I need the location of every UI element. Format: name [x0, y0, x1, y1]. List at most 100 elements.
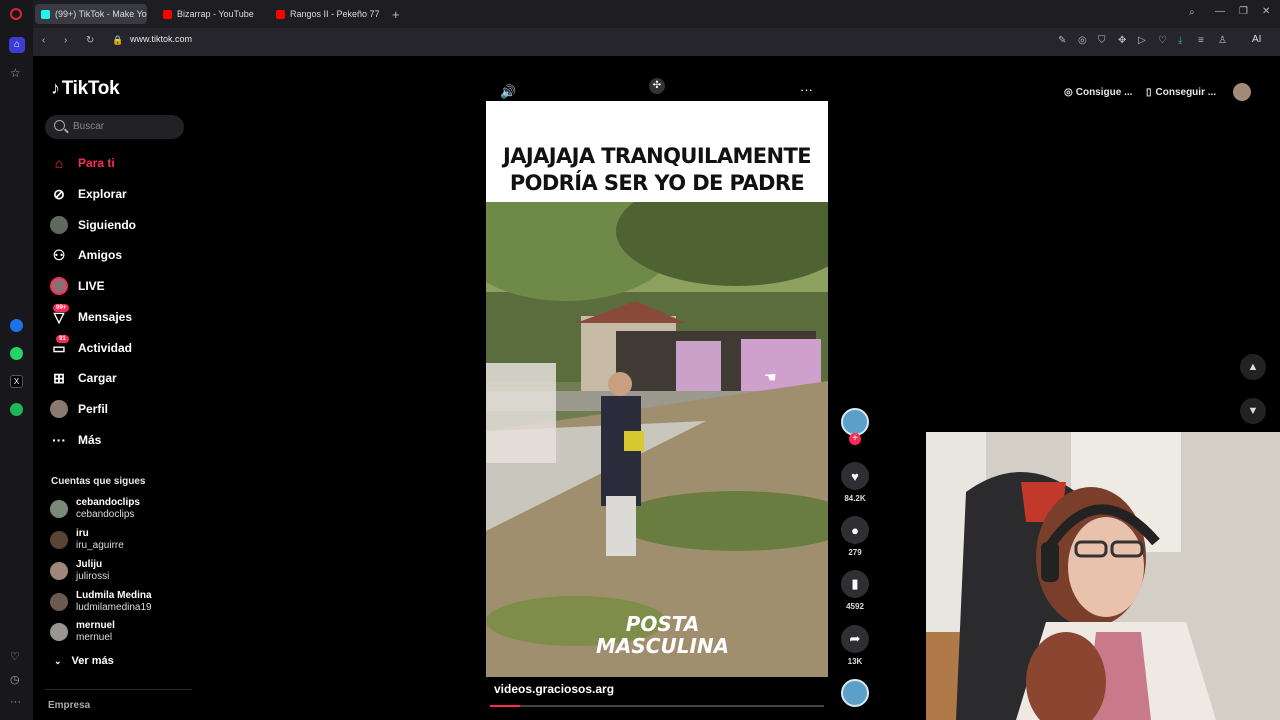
bookmark-icon: ▮ — [841, 570, 869, 598]
messenger-icon[interactable] — [10, 319, 23, 332]
video-player[interactable]: JAJAJAJA TRANQUILAMENTE PODRÍA SER YO DE… — [486, 101, 828, 677]
tab-bizarrap[interactable]: Bizarrap - YouTube — [157, 4, 267, 24]
more-options-icon[interactable]: ··· — [10, 696, 21, 708]
nav-siguiendo[interactable]: Siguiendo — [50, 216, 136, 234]
play-icon[interactable]: ▷ — [1138, 35, 1146, 46]
tab-tiktok[interactable]: (99+) TikTok - Make Yo — [35, 4, 147, 24]
like-button[interactable]: ♥ 84.2K — [841, 462, 869, 503]
following-account[interactable]: iru iru_aguirre — [50, 528, 124, 552]
phone-icon: ▯ — [1146, 86, 1152, 98]
spotify-icon[interactable] — [10, 403, 23, 416]
video-progress-fill — [490, 705, 521, 707]
download-icon[interactable]: ⤓ — [1178, 35, 1182, 46]
whatsapp-icon[interactable] — [10, 347, 23, 360]
previous-video-button[interactable]: ▲ — [1240, 354, 1266, 380]
upload-icon: ⊞ — [53, 369, 65, 386]
bookmark-star-icon[interactable]: ☆ — [10, 66, 21, 80]
restore-icon[interactable]: ❐ — [1239, 6, 1248, 17]
heart-icon[interactable]: ♡ — [10, 650, 20, 663]
video-author[interactable]: videos.graciosos.arg — [494, 682, 614, 696]
avatar — [50, 562, 68, 580]
next-video-button[interactable]: ▼ — [1240, 398, 1266, 424]
comment-icon: ● — [841, 516, 869, 544]
video-more-icon[interactable]: ··· — [800, 82, 813, 97]
url-text[interactable]: www.tiktok.com — [130, 34, 192, 44]
tiktok-note-icon: ♪ — [51, 78, 60, 98]
divider — [45, 689, 192, 690]
more-icon: ··· — [52, 432, 66, 448]
edit-icon[interactable]: ✎ — [1058, 35, 1066, 46]
nav-explorar[interactable]: ⊘ Explorar — [50, 185, 127, 203]
tab-rangos[interactable]: Rangos II - Pekeño 77 ft. C — [270, 4, 382, 24]
user-avatar[interactable] — [1233, 83, 1251, 101]
nav-actividad[interactable]: ▭ 91 Actividad — [50, 335, 132, 357]
webcam-overlay — [926, 432, 1280, 720]
creator-avatar-follow[interactable]: + — [841, 408, 869, 445]
avatar — [50, 623, 68, 641]
footer-link-empresa[interactable]: Empresa — [48, 700, 90, 711]
close-window-icon[interactable]: ✕ — [1262, 6, 1270, 17]
share-button[interactable]: ➦ 13K — [841, 625, 869, 666]
youtube-favicon-icon — [276, 9, 285, 19]
follow-plus-icon[interactable]: + — [849, 433, 861, 445]
menu-icon[interactable]: ≡ — [1198, 35, 1204, 46]
home-icon[interactable]: ⌂ — [9, 37, 25, 53]
back-icon[interactable]: ‹ — [42, 35, 45, 46]
address-bar — [33, 28, 1280, 56]
music-disc[interactable] — [841, 679, 869, 707]
favorites-heart-icon[interactable]: ♡ — [1158, 35, 1167, 46]
tiktok-logo[interactable]: ♪ TikTok — [51, 78, 120, 100]
chevron-down-icon: ▼ — [1247, 405, 1259, 417]
aria-ai-button[interactable]: AI — [1252, 34, 1261, 45]
following-account[interactable]: mernuel mernuel — [50, 620, 115, 644]
floating-player-icon[interactable]: ✣ — [649, 78, 665, 94]
following-account[interactable]: Ludmila Medina ludmilamedina19 — [50, 590, 152, 614]
nav-para-ti[interactable]: ⌂ Para ti — [50, 154, 115, 172]
messages-badge: 99+ — [53, 304, 70, 312]
avatar — [50, 531, 68, 549]
nav-mas[interactable]: ··· Más — [50, 431, 101, 449]
minimize-icon[interactable]: — — [1215, 6, 1225, 17]
nav-perfil[interactable]: Perfil — [50, 400, 108, 418]
reload-icon[interactable]: ↻ — [86, 35, 94, 46]
nav-mensajes[interactable]: ▽ 99+ Mensajes — [50, 304, 132, 326]
nav-amigos[interactable]: ⚇ Amigos — [50, 246, 122, 264]
profile-avatar-icon — [50, 400, 68, 418]
save-button[interactable]: ▮ 4592 — [841, 570, 869, 611]
search-input[interactable]: Buscar — [45, 115, 184, 139]
heart-icon: ♥ — [841, 462, 869, 490]
history-icon[interactable]: ◷ — [10, 673, 20, 686]
get-app-button[interactable]: ▯ Conseguir ... — [1146, 83, 1216, 101]
see-more-button[interactable]: ⌄ Ver más — [54, 655, 114, 667]
video-watermark: POSTA MASCULINA — [596, 612, 730, 658]
share-arrow-icon: ➦ — [841, 625, 869, 653]
video-progress-bar[interactable] — [490, 705, 824, 707]
search-tabs-icon[interactable]: ⌕ — [1189, 7, 1195, 18]
camera-icon[interactable]: ◎ — [1078, 35, 1087, 46]
following-avatar-icon — [50, 216, 68, 234]
extensions-icon[interactable]: ✥ — [1118, 35, 1126, 46]
account-icon[interactable]: ♙ — [1218, 35, 1227, 46]
nav-live[interactable]: LIVE — [50, 277, 105, 295]
lock-icon: 🔒 — [112, 35, 124, 45]
mouse-cursor-icon: ☚ — [764, 369, 777, 385]
new-tab-plus-icon[interactable]: + — [392, 7, 400, 22]
activity-icon: ▭ 91 — [50, 335, 69, 357]
messages-icon: ▽ 99+ — [50, 304, 70, 326]
forward-icon[interactable]: › — [64, 35, 67, 46]
volume-icon[interactable]: 🔊 — [500, 84, 516, 100]
chevron-down-icon: ⌄ — [54, 656, 62, 666]
nav-cargar[interactable]: ⊞ Cargar — [50, 369, 117, 387]
get-coins-button[interactable]: ◎ Consigue ... — [1064, 83, 1132, 101]
comment-button[interactable]: ● 279 — [841, 516, 869, 557]
youtube-favicon-icon — [163, 9, 172, 19]
shield-icon[interactable]: ⛉ — [1098, 35, 1106, 46]
avatar — [50, 500, 68, 518]
following-account[interactable]: cebandoclips cebandoclips — [50, 497, 140, 521]
x-twitter-icon[interactable]: X — [10, 375, 23, 388]
opera-sidebar: ⌂ ☆ X ♡ ◷ ··· — [0, 0, 33, 720]
opera-logo-icon[interactable] — [10, 8, 22, 20]
search-icon — [54, 120, 65, 131]
following-account[interactable]: Juliju julirossi — [50, 559, 109, 583]
live-icon — [50, 277, 68, 295]
